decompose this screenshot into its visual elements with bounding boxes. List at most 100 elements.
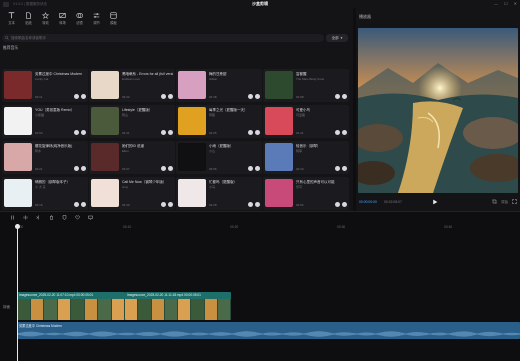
favorite-icon[interactable] (335, 166, 340, 171)
marker-icon[interactable] (62, 215, 67, 220)
template-icon (110, 12, 117, 19)
download-icon[interactable] (81, 166, 86, 171)
favorite-icon[interactable] (248, 130, 253, 135)
song-card[interactable]: 可爱小鸟 可爱路 01:41 (263, 105, 349, 138)
album-cover (4, 179, 32, 207)
favorite-icon[interactable] (161, 130, 166, 135)
aspect-ratio-button[interactable]: 原始 (501, 199, 508, 204)
maximize-icon[interactable]: ☐ (504, 1, 508, 6)
download-icon[interactable] (81, 94, 86, 99)
song-card[interactable]: 轻音乐（钢琴） 阿菲 02:33 (263, 141, 349, 174)
song-card[interactable]: 晴朗的（钢琴版本子）小 大 东 02:16 (2, 177, 88, 210)
tool-transition[interactable]: 转场 (57, 12, 68, 25)
favorite-icon[interactable] (248, 166, 253, 171)
split-left-icon[interactable] (36, 215, 41, 220)
select-icon[interactable] (10, 215, 15, 220)
download-icon[interactable] (168, 202, 173, 207)
audio-waveform (17, 331, 520, 337)
song-duration: 03:32 (122, 95, 130, 99)
song-card[interactable]: 劳累过度中 Christmas Modern Lucky Cat 02:11 (2, 69, 88, 102)
fullscreen-icon[interactable] (512, 199, 517, 204)
timeline-toolbar (0, 213, 520, 222)
download-icon[interactable] (255, 202, 260, 207)
album-cover (178, 71, 206, 99)
song-duration: 02:41 (122, 131, 130, 135)
song-card[interactable]: 樱花旋律林(纯净音乐版) 阿木 02:21 (2, 141, 88, 174)
timeline-ruler[interactable]: 00:00 00:10 00:20 00:30 00:40 (0, 223, 520, 233)
split-icon[interactable] (23, 215, 28, 220)
song-duration: 02:33 (296, 167, 304, 171)
download-icon[interactable] (255, 94, 260, 99)
download-icon[interactable] (168, 130, 173, 135)
ruler-tick: 00:20 (230, 225, 239, 229)
crop-icon[interactable] (492, 199, 497, 204)
download-icon[interactable] (255, 166, 260, 171)
audio-clip[interactable]: 劳累过度中 Christmas Modern (17, 322, 520, 339)
favorite-icon[interactable] (335, 94, 340, 99)
favorite-icon[interactable] (161, 94, 166, 99)
tool-sticker[interactable]: 贴纸 (23, 12, 34, 25)
song-card[interactable]: Lifestyle（夏醒版） 阿山 02:41 (89, 105, 175, 138)
tool-filter[interactable]: 滤镜 (74, 12, 85, 25)
download-icon[interactable] (168, 94, 173, 99)
favorite-icon[interactable] (248, 94, 253, 99)
song-card[interactable]: 只有心里的声音可以可能 乐可 02:52 (263, 177, 349, 210)
audio-clip-label: 劳累过度中 Christmas Modern (19, 324, 62, 328)
favorite-icon[interactable] (335, 202, 340, 207)
song-artist: Lucky Cat (35, 77, 49, 81)
song-card[interactable]: Call Me Now（钢琴少年版） Amy 02:30 (89, 177, 175, 210)
favorite-icon[interactable] (74, 94, 79, 99)
song-card[interactable]: 黑暗萌系 - Errors for all (full version) Endl… (89, 69, 175, 102)
download-icon[interactable] (342, 130, 347, 135)
favorite-icon[interactable] (161, 166, 166, 171)
song-card[interactable]: 忙都吗（夏醒版） 小马 02:28 (176, 177, 262, 210)
download-icon[interactable] (342, 94, 347, 99)
minimize-icon[interactable]: — (494, 1, 498, 6)
tool-effects[interactable]: 特效 (40, 12, 51, 25)
album-cover (178, 143, 206, 171)
song-card[interactable]: 梅的甘蔗甜 Gillian 02:48 (176, 69, 262, 102)
filter-icon (76, 13, 83, 18)
ruler-tick: 00:30 (337, 225, 346, 229)
song-artist: 阿菲 (296, 149, 303, 153)
song-card[interactable]: YOU（男孩童版 Remix） 小熊猫 01:54 (2, 105, 88, 138)
song-card[interactable]: 每季之光（夏醒版一天） 阿陌 02:25 (176, 105, 262, 138)
close-icon[interactable]: ✕ (514, 1, 517, 6)
download-icon[interactable] (168, 166, 173, 171)
filter-dropdown[interactable]: 全部 ▾ (326, 34, 348, 42)
download-icon[interactable] (81, 202, 86, 207)
text-icon (8, 12, 15, 19)
favorite-icon[interactable] (74, 202, 79, 207)
clip-label: imagesource_2025-02-20 11:11:18.mp4 00:0… (127, 293, 201, 297)
favorite-icon[interactable] (74, 166, 79, 171)
tool-template[interactable]: 模板 (108, 12, 119, 25)
favorite-icon[interactable] (248, 202, 253, 207)
song-artist: 阿陌 (209, 113, 216, 117)
song-duration: 02:48 (209, 95, 217, 99)
preview-panel: 播放器 00:00:00:00 00:02:08:07 原始 (356, 8, 520, 211)
favorite-icon[interactable] (335, 130, 340, 135)
video-preview[interactable] (358, 28, 518, 193)
search-input[interactable]: 搜索歌曲名称或者歌手 (2, 34, 324, 42)
song-card[interactable]: 富都醒 The Mars Body Crew 02:08 (263, 69, 349, 102)
song-duration: 02:11 (35, 95, 43, 99)
favorite-icon[interactable] (75, 215, 80, 220)
download-icon[interactable] (342, 202, 347, 207)
favorite-icon[interactable] (74, 130, 79, 135)
download-icon[interactable] (342, 166, 347, 171)
song-artist: Gillian (209, 77, 218, 81)
favorite-icon[interactable] (161, 202, 166, 207)
download-icon[interactable] (81, 130, 86, 135)
song-card[interactable]: 小雨（夏醒版） 小山 03:06 (176, 141, 262, 174)
play-icon[interactable] (432, 199, 438, 205)
tool-text[interactable]: 文本 (6, 12, 17, 25)
screen-icon[interactable] (88, 215, 93, 220)
playhead[interactable] (15, 224, 20, 361)
preview-frame (358, 28, 518, 193)
delete-icon[interactable] (49, 215, 54, 220)
video-clip[interactable]: imagesource_2025-02-20 11:11:18.mp4 00:0… (125, 292, 231, 320)
tool-adjust[interactable]: 调节 (91, 12, 102, 25)
video-clip[interactable]: imagesource_2025-02-20 11:07:10.mp4 00:0… (17, 292, 125, 320)
song-card[interactable]: 她们的ID 说道 Ellen 02:07 (89, 141, 175, 174)
download-icon[interactable] (255, 130, 260, 135)
